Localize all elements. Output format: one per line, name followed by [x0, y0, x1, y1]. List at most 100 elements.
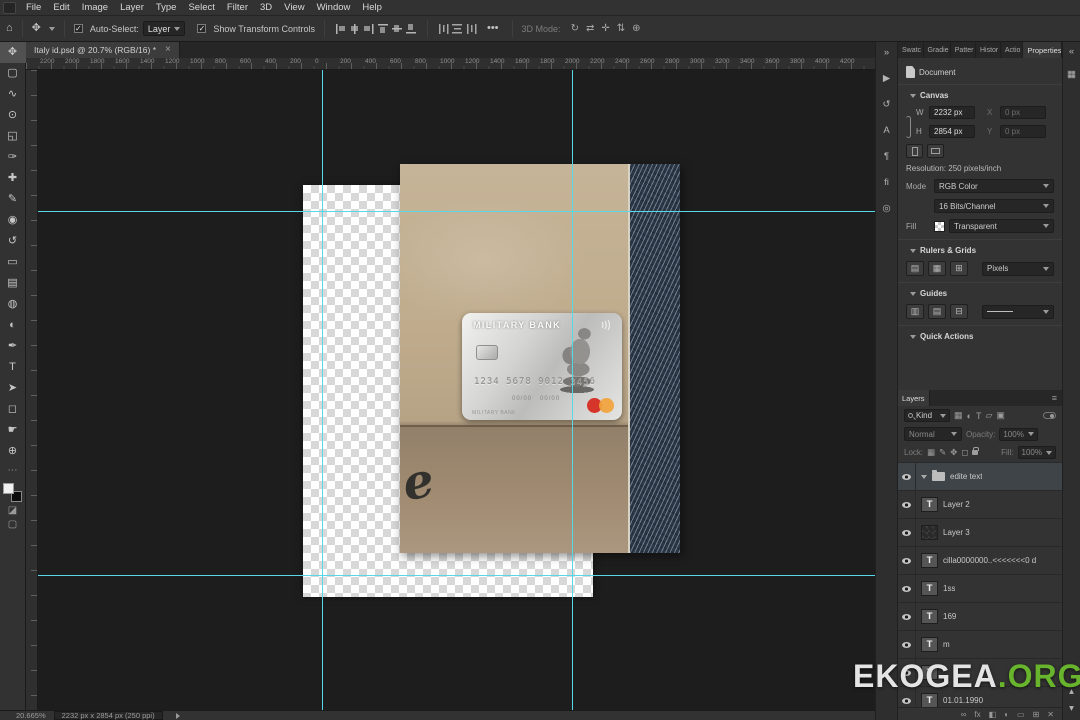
align-middle-vertical-icon[interactable]	[391, 23, 402, 34]
layer-row[interactable]: T169	[898, 603, 1062, 631]
canvas-height-input[interactable]: 2854 px	[929, 125, 975, 138]
link-dimensions-icon[interactable]	[906, 116, 911, 138]
lasso-tool[interactable]: ∿	[0, 84, 26, 105]
align-right-icon[interactable]	[363, 23, 374, 34]
paragraph-panel-icon[interactable]: ¶	[878, 149, 895, 164]
canvas-section-label[interactable]: Canvas	[920, 91, 948, 100]
adjustment-layer-icon[interactable]: ◐	[1004, 710, 1009, 719]
toggle-guides-button[interactable]: ▥	[906, 304, 924, 319]
layer-row[interactable]: edite text	[898, 463, 1062, 491]
quick-selection-tool[interactable]: ⊙	[0, 105, 26, 126]
more-options-icon[interactable]: •••	[487, 23, 499, 34]
move-tool-icon[interactable]: ✥	[32, 23, 41, 34]
layer-row[interactable]: T1ss	[898, 575, 1062, 603]
close-icon[interactable]: ×	[165, 45, 171, 55]
blur-tool[interactable]: ◍	[0, 294, 26, 315]
rulers-grids-section-label[interactable]: Rulers & Grids	[920, 246, 976, 255]
align-left-icon[interactable]	[335, 23, 346, 34]
tab-layers[interactable]: Layers	[898, 390, 930, 406]
chevron-down-icon[interactable]	[910, 94, 916, 98]
app-icon[interactable]	[3, 2, 16, 14]
canvas-pasteboard[interactable]: MILITARY BANK 1234 5678 9012 3456 00/00 …	[26, 70, 875, 710]
chevron-down-icon[interactable]	[921, 475, 927, 479]
layer-mask-icon[interactable]: ◧	[989, 710, 997, 719]
new-group-icon[interactable]: ▭	[1017, 710, 1025, 719]
menu-window[interactable]: Window	[311, 2, 357, 13]
move-tool[interactable]: ✥	[0, 42, 26, 63]
gradient-tool[interactable]: ▤	[0, 273, 26, 294]
distribute-horizontal-icon[interactable]	[438, 23, 449, 34]
panel-menu-icon[interactable]: ≡	[1047, 390, 1062, 406]
edit-toolbar-icon[interactable]: ⋯	[8, 465, 18, 476]
pen-tool[interactable]: ✒	[0, 336, 26, 357]
opacity-input[interactable]: 100%	[999, 428, 1037, 441]
visibility-toggle[interactable]	[898, 463, 916, 490]
visibility-toggle[interactable]	[898, 519, 916, 546]
brush-tool[interactable]: ✎	[0, 189, 26, 210]
guide-vertical[interactable]	[322, 70, 323, 710]
lock-position-icon[interactable]: ✥	[950, 447, 957, 458]
menu-image[interactable]: Image	[76, 2, 114, 13]
menu-file[interactable]: File	[20, 2, 47, 13]
fill-input[interactable]: 100%	[1018, 446, 1056, 459]
credit-card-layer[interactable]: MILITARY BANK 1234 5678 9012 3456 00/00 …	[462, 313, 622, 420]
align-bottom-icon[interactable]	[405, 23, 416, 34]
eraser-tool[interactable]: ▭	[0, 252, 26, 273]
lock-transparency-icon[interactable]: ▦	[927, 447, 935, 458]
crop-tool[interactable]: ◱	[0, 126, 26, 147]
hand-tool[interactable]: ☛	[0, 420, 26, 441]
layer-row[interactable]: TLayer 2	[898, 491, 1062, 519]
layer-row[interactable]: Tcilla0000000..<<<<<<<0 d	[898, 547, 1062, 575]
menu-filter[interactable]: Filter	[221, 2, 254, 13]
panel-tab-properties[interactable]: Properties	[1023, 42, 1062, 58]
layer-effects-icon[interactable]: fx	[974, 710, 980, 719]
scale-3d-icon[interactable]: ⊕	[632, 23, 640, 34]
visibility-toggle[interactable]	[898, 575, 916, 602]
align-center-horizontal-icon[interactable]	[349, 23, 360, 34]
show-transform-checkbox[interactable]	[197, 24, 206, 33]
document-info[interactable]: 2232 px x 2854 px (250 ppi)	[54, 711, 163, 720]
toggle-grid-button[interactable]: ▦	[928, 261, 946, 276]
align-top-icon[interactable]	[377, 23, 388, 34]
guide-horizontal[interactable]	[26, 211, 875, 212]
distribute-spacing-icon[interactable]	[466, 23, 477, 34]
portrait-orientation-button[interactable]	[906, 144, 923, 158]
menu-edit[interactable]: Edit	[47, 2, 75, 13]
layer-row[interactable]: Layer 3	[898, 519, 1062, 547]
menu-layer[interactable]: Layer	[114, 2, 150, 13]
history-panel-icon[interactable]: ↺	[878, 97, 895, 112]
visibility-toggle[interactable]	[898, 631, 916, 658]
link-layers-icon[interactable]: ∞	[961, 710, 967, 719]
layer-row[interactable]: Tm	[898, 631, 1062, 659]
visibility-toggle[interactable]	[898, 491, 916, 518]
path-selection-tool[interactable]: ➤	[0, 378, 26, 399]
canvas-width-input[interactable]: 2232 px	[929, 106, 975, 119]
auto-select-target-dropdown[interactable]: Layer	[143, 21, 186, 36]
orbit-3d-icon[interactable]: ↻	[571, 23, 579, 34]
glyphs-panel-icon[interactable]: ﬁ	[878, 175, 895, 190]
panel-tab-histor[interactable]: Histor	[976, 42, 1001, 58]
swatches-panel-icon[interactable]: ▦	[1063, 67, 1080, 82]
toggle-snap-button[interactable]: ⊞	[950, 261, 968, 276]
menu-3d[interactable]: 3D	[254, 2, 278, 13]
vertical-ruler[interactable]	[26, 70, 38, 710]
blend-mode-select[interactable]: Normal	[904, 427, 962, 441]
zoom-tool[interactable]: ⊕	[0, 441, 26, 462]
filter-shape-layers-icon[interactable]: ▱	[985, 410, 992, 421]
roll-3d-icon[interactable]: ⇄	[586, 23, 594, 34]
chevron-right-icon[interactable]	[176, 713, 180, 719]
lock-artboard-icon[interactable]: ◻	[961, 447, 968, 458]
marquee-tool[interactable]: ▢	[0, 63, 26, 84]
canvas-y-input[interactable]: 0 px	[1000, 125, 1046, 138]
guide-horizontal[interactable]	[26, 575, 875, 576]
actions-panel-icon[interactable]: ▶	[878, 71, 895, 86]
type-tool[interactable]: T	[0, 357, 26, 378]
lock-image-icon[interactable]: ✎	[939, 447, 946, 458]
dodge-tool[interactable]: ◐	[0, 315, 26, 336]
units-select[interactable]: Pixels	[982, 262, 1054, 276]
filter-pixel-layers-icon[interactable]: ▦	[954, 410, 963, 421]
slide-3d-icon[interactable]: ⇅	[617, 23, 625, 34]
history-brush-tool[interactable]: ↺	[0, 231, 26, 252]
distribute-vertical-icon[interactable]	[452, 23, 463, 34]
menu-view[interactable]: View	[278, 2, 310, 13]
